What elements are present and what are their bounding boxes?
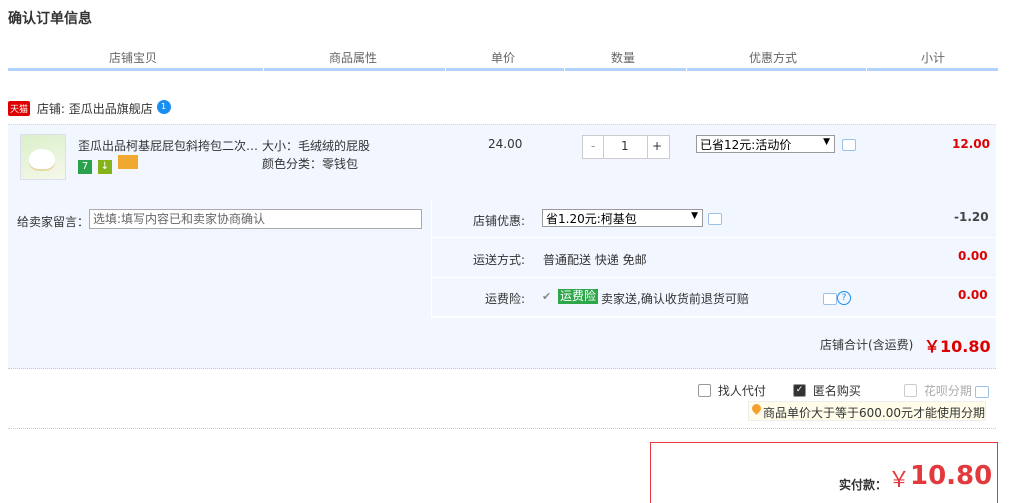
insurance-label: 运费险: [485, 292, 526, 306]
payment-summary-box: 实付款： ￥ 10.80 [650, 442, 998, 503]
shop-header: 天猫 店铺: 歪瓜出品旗舰店 1 [8, 100, 171, 120]
pay-for-me-label: 找人代付 [717, 384, 766, 398]
qty-input[interactable]: 1 [621, 139, 629, 153]
qty-minus-button[interactable]: - [591, 139, 595, 153]
insurance-badge: 运费险 [558, 289, 599, 304]
col-subtotal: 小计 [920, 51, 945, 65]
message-icon[interactable] [708, 213, 722, 225]
item-row [8, 124, 996, 199]
option-anonymous[interactable]: ✓ 匿名购买 [793, 382, 861, 399]
service-tags: 7 ↓ [78, 155, 140, 174]
col-discount: 优惠方式 [748, 51, 797, 65]
shop-name-link[interactable]: 店铺: 歪瓜出品旗舰店 [37, 102, 153, 116]
col-attributes: 商品属性 [328, 51, 377, 65]
credit-card-icon [117, 155, 138, 169]
page-title: 确认订单信息 [8, 11, 92, 27]
option-pay-for-me[interactable]: 找人代付 [698, 382, 766, 399]
message-icon[interactable] [842, 139, 856, 151]
item-subtotal: 12.00 [952, 137, 990, 151]
price-protect-icon: ↓ [97, 160, 112, 174]
pay-for-me-checkbox[interactable] [698, 384, 711, 397]
item-discount-value: 已省12元:活动价 [700, 138, 792, 152]
shipping-label: 运送方式: [473, 253, 526, 267]
insurance-text: 卖家送,确认收货前退货可赔 [601, 292, 749, 306]
qty-plus-button[interactable]: + [652, 139, 662, 153]
pay-label: 实付款： [839, 478, 888, 492]
location-pin-icon [750, 402, 763, 415]
message-label: 给卖家留言： [17, 215, 90, 229]
divider [432, 237, 996, 238]
installment-tip: 商品单价大于等于600.00元才能使用分期 [748, 401, 986, 421]
item-price: 24.00 [488, 137, 523, 151]
dropdown-arrow-icon: ▼ [823, 137, 830, 147]
anonymous-checkbox[interactable]: ✓ [793, 384, 806, 397]
column-header: 店铺宝贝 商品属性 单价 数量 优惠方式 小计 [8, 44, 998, 71]
message-icon[interactable] [823, 293, 837, 305]
item-discount-select[interactable]: 已省12元:活动价 ▼ [696, 135, 835, 153]
option-huabei-installment[interactable]: 花呗分期 [904, 382, 972, 399]
item-title-link[interactable]: 歪瓜出品柯基屁屁包斜挎包二次… [78, 137, 258, 154]
item-attr-color: 颜色分类：零钱包 [262, 157, 359, 171]
shop-discount-select[interactable]: 省1.20元:柯基包 ▼ [542, 209, 703, 227]
insurance-amount: 0.00 [958, 288, 988, 302]
tmall-badge: 天猫 [8, 101, 31, 116]
shop-total-amount: ￥10.80 [924, 337, 991, 356]
col-price: 单价 [490, 51, 515, 65]
col-shop-item: 店铺宝贝 [108, 51, 157, 65]
pay-amount: 10.80 [910, 461, 993, 491]
dropdown-arrow-icon: ▼ [691, 211, 698, 221]
shop-total-label: 店铺合计(含运费) [820, 338, 914, 352]
seven-day-return-icon: 7 [78, 160, 92, 174]
shop-discount-label: 店铺优惠: [473, 214, 526, 228]
anonymous-label: 匿名购买 [812, 384, 861, 398]
message-icon[interactable] [975, 386, 989, 398]
installment-tip-text: 商品单价大于等于600.00元才能使用分期 [763, 406, 985, 420]
shop-discount-amount: -1.20 [954, 210, 989, 224]
wangwang-chat-icon[interactable]: 1 [156, 100, 171, 114]
col-quantity: 数量 [610, 51, 635, 65]
huabei-label: 花呗分期 [923, 384, 972, 398]
insurance-checkbox: ✔ [542, 290, 552, 303]
shop-discount-value: 省1.20元:柯基包 [546, 212, 637, 226]
buyer-message-input[interactable]: 选填:填写内容已和卖家协商确认 [89, 209, 422, 229]
pay-currency: ￥ [888, 468, 911, 493]
shipping-method: 普通配送 快递 免邮 [543, 253, 647, 267]
quantity-stepper: - 1 + [582, 135, 670, 159]
item-attr-size: 大小：毛绒绒的屁股 [262, 139, 371, 153]
divider [432, 277, 996, 278]
divider [8, 428, 996, 430]
help-icon[interactable]: ? [837, 291, 851, 305]
item-thumbnail[interactable] [20, 134, 66, 180]
shipping-amount: 0.00 [958, 249, 988, 263]
huabei-checkbox[interactable] [904, 384, 917, 397]
